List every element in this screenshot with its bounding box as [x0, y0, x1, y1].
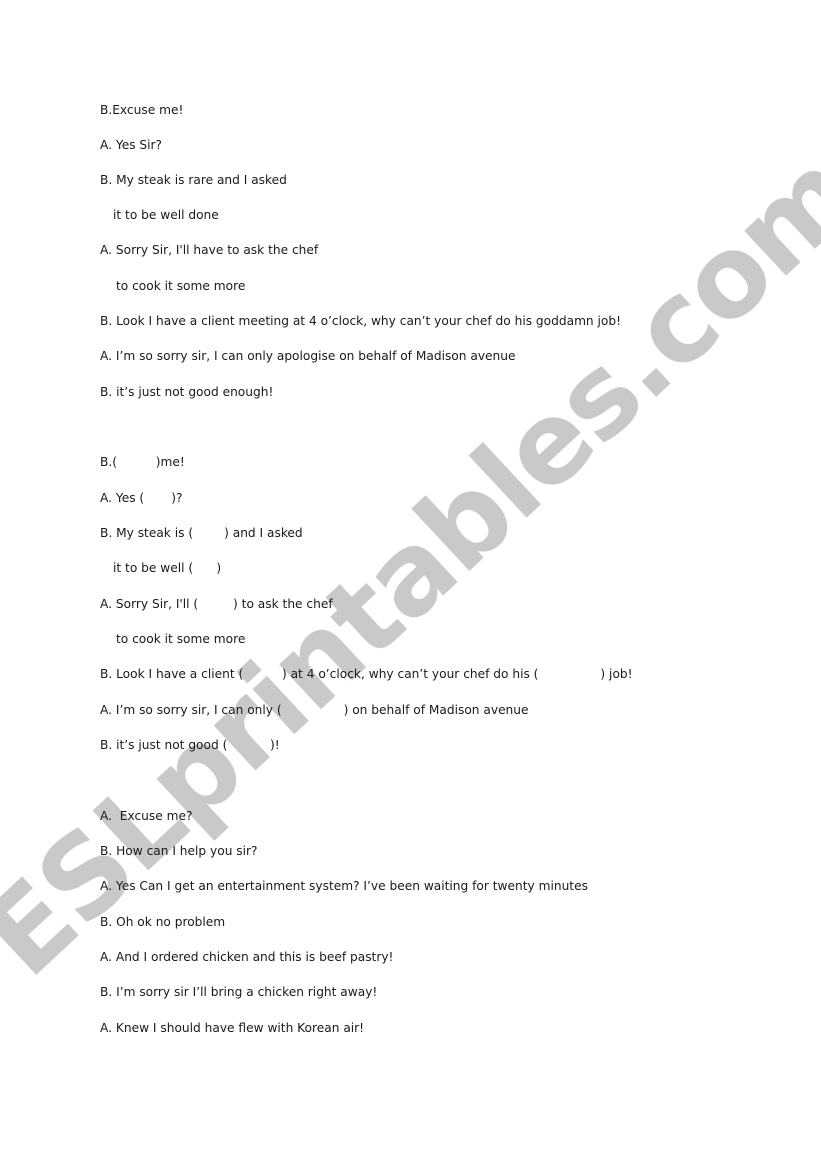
gap-fill-line: it to be well ( ): [113, 561, 222, 575]
gap-fill-line: A. Sorry Sir, I'll ( ) to ask the chef: [100, 597, 333, 611]
gap-fill-line: A. Yes ( )?: [100, 491, 183, 505]
dialogue-line: B. it’s just not good enough!: [100, 385, 274, 399]
dialogue-line: A. Knew I should have flew with Korean a…: [100, 1021, 365, 1035]
dialogue-line: B. How can I help you sir?: [100, 844, 258, 858]
gap-fill-line: B.( )me!: [100, 455, 185, 469]
gap-fill-line: B. My steak is ( ) and I asked: [100, 526, 303, 540]
dialogue-line: B. Oh ok no problem: [100, 915, 226, 929]
dialogue-line: A. Excuse me?: [100, 809, 193, 823]
dialogue-line: B. Look I have a client meeting at 4 o’c…: [100, 314, 621, 328]
dialogue-line: B. My steak is rare and I asked: [100, 173, 287, 187]
dialogue-line: A. Yes Sir?: [100, 138, 163, 152]
dialogue-line: A. Yes Can I get an entertainment system…: [100, 879, 588, 893]
dialogue-line: B.Excuse me!: [100, 103, 184, 117]
gap-fill-line: A. I’m so sorry sir, I can only ( ) on b…: [100, 703, 529, 717]
dialogue-line: A. Sorry Sir, I'll have to ask the chef: [100, 243, 319, 257]
dialogue-line: A. I’m so sorry sir, I can only apologis…: [100, 349, 516, 363]
dialogue-line: B. I’m sorry sir I’ll bring a chicken ri…: [100, 985, 378, 999]
dialogue-line: it to be well done: [113, 208, 219, 222]
gap-fill-line: B. it’s just not good ( )!: [100, 738, 280, 752]
worksheet-page: ESLprintables.com B.Excuse me! A. Yes Si…: [0, 0, 821, 1169]
gap-fill-line: B. Look I have a client ( ) at 4 o’clock…: [100, 667, 633, 681]
dialogue-line: to cook it some more: [116, 279, 246, 293]
dialogue-line: A. And I ordered chicken and this is bee…: [100, 950, 394, 964]
gap-fill-line: to cook it some more: [116, 632, 246, 646]
